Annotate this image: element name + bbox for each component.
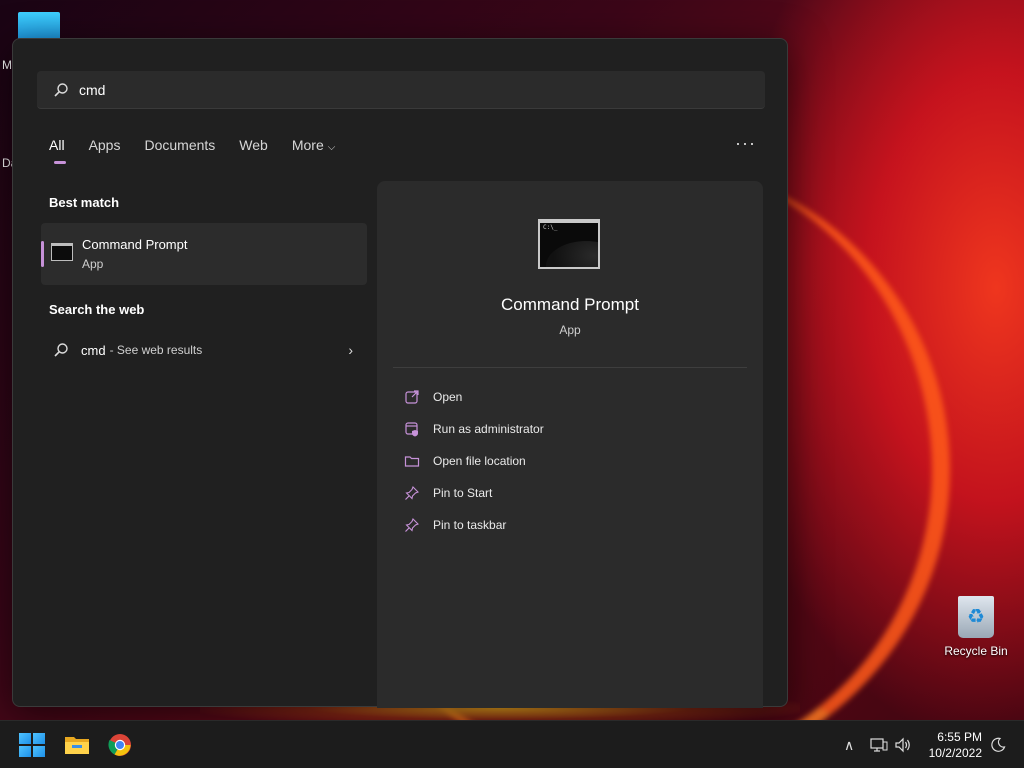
pin-icon bbox=[403, 484, 421, 502]
tab-all[interactable]: All bbox=[49, 137, 66, 164]
icon-swoosh bbox=[546, 241, 598, 267]
network-icon[interactable] bbox=[870, 721, 888, 768]
action-pin-to-taskbar[interactable]: Pin to taskbar bbox=[403, 515, 506, 535]
preview-subtitle: App bbox=[559, 323, 581, 337]
recycle-bin-label: Recycle Bin bbox=[944, 644, 1008, 658]
command-prompt-icon bbox=[51, 243, 73, 261]
admin-shield-icon bbox=[403, 420, 421, 438]
clock[interactable]: 6:55 PM 10/2/2022 bbox=[929, 729, 982, 761]
chevron-up-icon: ∧ bbox=[844, 736, 855, 753]
focus-assist-icon[interactable] bbox=[990, 721, 1006, 768]
open-external-icon bbox=[403, 388, 421, 406]
icon-prompt: C:\_ bbox=[543, 224, 558, 231]
action-open-file-location[interactable]: Open file location bbox=[403, 451, 526, 471]
search-icon bbox=[54, 343, 68, 357]
more-options-button[interactable]: ··· bbox=[735, 133, 756, 154]
start-search-panel: All Apps Documents Web More⌵ ··· Best ma… bbox=[12, 38, 788, 708]
preview-pane: C:\_ Command Prompt App Open Run as admi… bbox=[377, 181, 763, 708]
windows-start-icon[interactable] bbox=[19, 733, 45, 757]
chrome-icon[interactable] bbox=[108, 733, 134, 757]
show-hidden-icons-button[interactable]: ∧ bbox=[844, 721, 854, 768]
recycle-bin[interactable]: Recycle Bin bbox=[940, 596, 1012, 658]
clock-date: 10/2/2022 bbox=[928, 746, 982, 760]
folder-icon bbox=[403, 452, 421, 470]
action-run-as-admin[interactable]: Run as administrator bbox=[403, 419, 544, 439]
preview-title: Command Prompt bbox=[501, 295, 639, 314]
volume-icon[interactable] bbox=[894, 721, 912, 768]
tab-apps[interactable]: Apps bbox=[89, 137, 121, 153]
tab-more[interactable]: More ⌵ bbox=[292, 137, 336, 153]
search-icon bbox=[54, 82, 68, 97]
file-explorer-icon[interactable] bbox=[64, 733, 90, 757]
tab-web[interactable]: Web bbox=[239, 137, 268, 153]
pin-icon bbox=[403, 516, 421, 534]
preview-divider bbox=[393, 367, 747, 368]
search-box[interactable] bbox=[37, 71, 765, 109]
best-match-title: Command Prompt bbox=[82, 237, 188, 252]
chevron-right-icon: › bbox=[348, 342, 353, 358]
tab-documents[interactable]: Documents bbox=[144, 137, 215, 153]
recycle-bin-icon bbox=[958, 596, 994, 638]
command-prompt-large-icon: C:\_ bbox=[538, 219, 600, 269]
search-web-heading: Search the web bbox=[49, 302, 145, 317]
best-match-heading: Best match bbox=[49, 195, 120, 210]
best-match-subtitle: App bbox=[82, 257, 104, 271]
web-query: cmd bbox=[81, 342, 106, 358]
web-result-item[interactable]: cmd - See web results › bbox=[53, 339, 353, 361]
chevron-down-icon: ⌵ bbox=[327, 142, 336, 153]
filter-tabs: All Apps Documents Web More ⌵ bbox=[49, 137, 359, 164]
action-open[interactable]: Open bbox=[403, 387, 462, 407]
action-pin-to-start[interactable]: Pin to Start bbox=[403, 483, 492, 503]
web-hint: - See web results bbox=[109, 343, 203, 357]
search-input[interactable] bbox=[79, 81, 679, 98]
desktop-label-fragment: M bbox=[2, 58, 12, 72]
clock-time: 6:55 PM bbox=[937, 730, 982, 744]
taskbar: ∧ 6:55 PM 10/2/2022 bbox=[0, 720, 1024, 768]
selection-accent bbox=[41, 241, 44, 267]
best-match-item[interactable]: Command Prompt App bbox=[41, 223, 367, 285]
